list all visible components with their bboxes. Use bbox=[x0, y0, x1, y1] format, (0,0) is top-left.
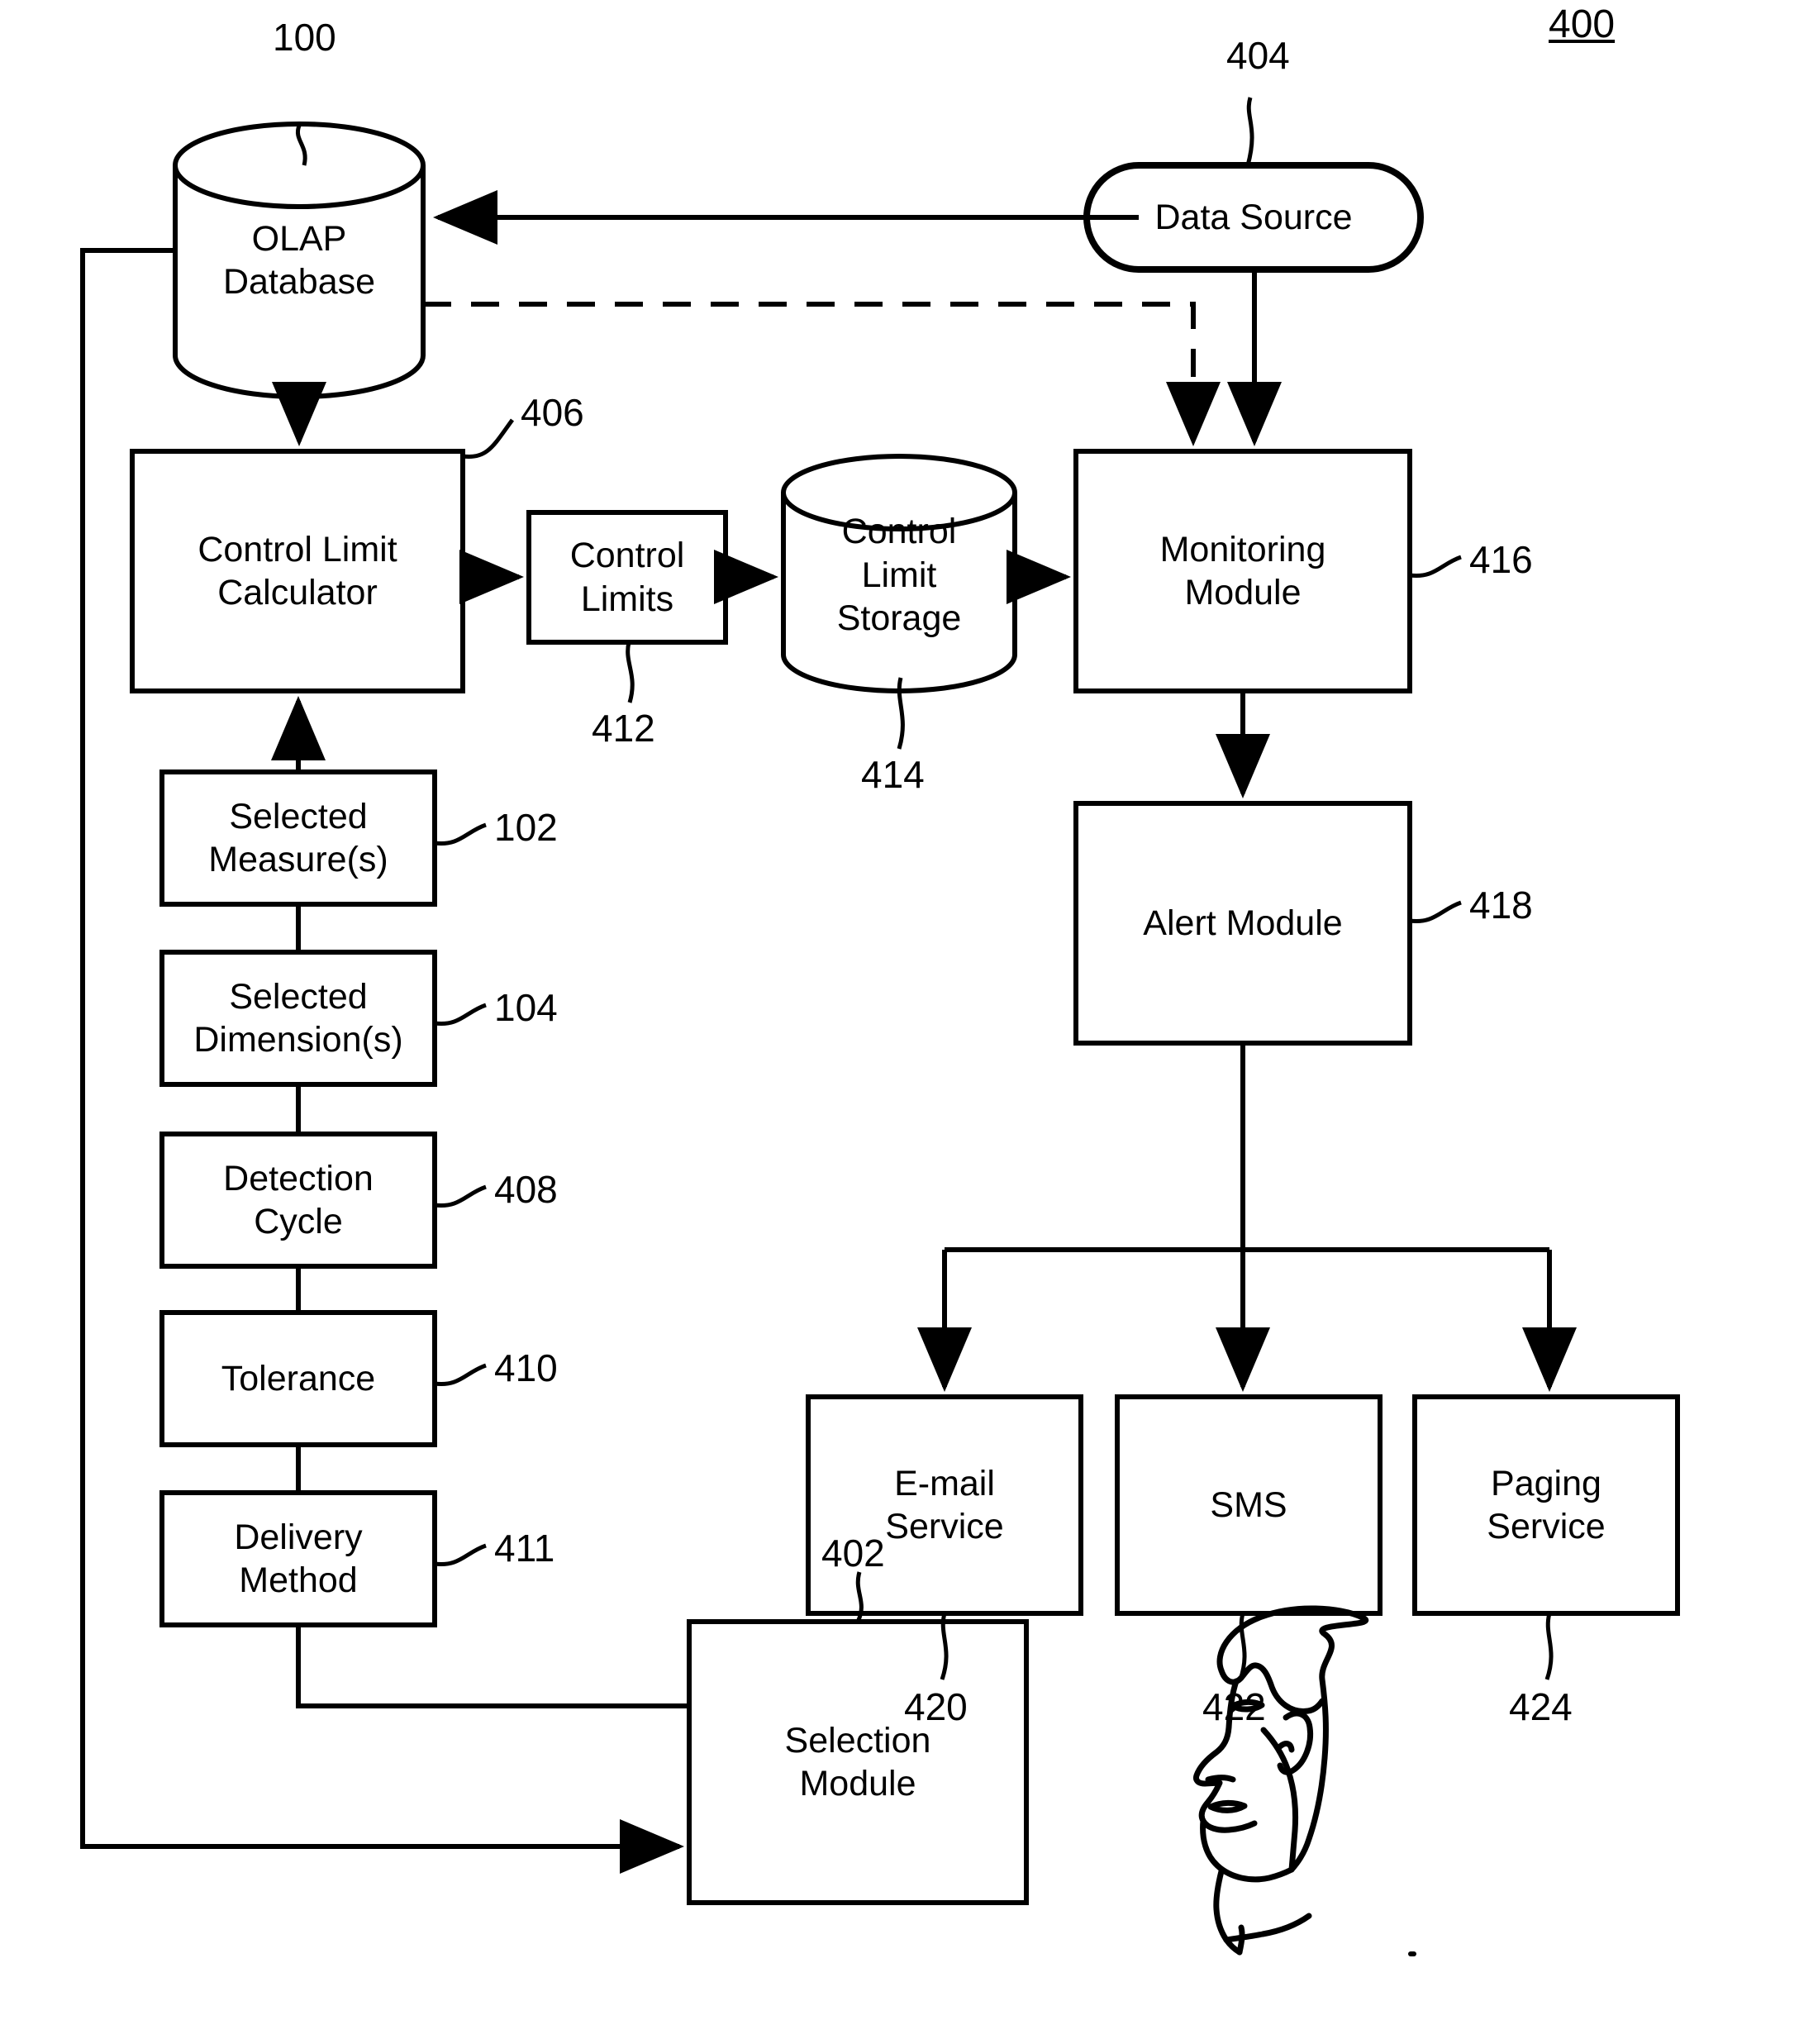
diagram-canvas bbox=[80, 97, 1680, 1956]
delivery-method-shape bbox=[159, 1490, 437, 1627]
ref-404: 404 bbox=[1226, 34, 1290, 77]
patent-figure-400: 400 OLAP Database Data Source Control Li… bbox=[0, 0, 1818, 2044]
ref-420: 420 bbox=[904, 1685, 968, 1728]
alert-module-shape bbox=[1073, 801, 1412, 1046]
paging-service-shape bbox=[1412, 1394, 1680, 1616]
ref-410: 410 bbox=[494, 1346, 558, 1389]
user-profile-illustration bbox=[1193, 1605, 1416, 1956]
tolerance-shape bbox=[159, 1310, 437, 1447]
ref-402: 402 bbox=[821, 1532, 885, 1575]
ref-418: 418 bbox=[1469, 884, 1533, 927]
ref-104: 104 bbox=[494, 986, 558, 1029]
ref-412: 412 bbox=[592, 707, 655, 750]
control-limit-storage-shape bbox=[781, 454, 1017, 693]
selected-dimensions-shape bbox=[159, 950, 437, 1087]
ref-102: 102 bbox=[494, 806, 558, 849]
edge-delivery-to-selection bbox=[296, 1625, 689, 1708]
monitoring-module-shape bbox=[1073, 449, 1412, 693]
control-limit-calculator-shape bbox=[130, 449, 465, 693]
control-limits-shape bbox=[526, 510, 728, 645]
ref-422: 422 bbox=[1202, 1685, 1266, 1728]
ref-424: 424 bbox=[1509, 1685, 1573, 1728]
sms-shape bbox=[1115, 1394, 1383, 1616]
ref-416: 416 bbox=[1469, 538, 1533, 581]
email-service-shape bbox=[806, 1394, 1083, 1616]
edge-olap-to-selection-loop bbox=[80, 248, 684, 1874]
ref-100: 100 bbox=[273, 16, 336, 59]
olap-database-shape bbox=[173, 121, 426, 399]
ref-406: 406 bbox=[521, 391, 584, 434]
selected-measures-shape bbox=[159, 769, 437, 907]
ref-408: 408 bbox=[494, 1168, 558, 1211]
detection-cycle-shape bbox=[159, 1132, 437, 1269]
selection-module-shape bbox=[687, 1619, 1029, 1905]
reference-leaders bbox=[295, 97, 1554, 1680]
ref-414: 414 bbox=[861, 753, 925, 796]
ref-411: 411 bbox=[494, 1527, 555, 1570]
figure-number: 400 bbox=[1549, 2, 1616, 46]
